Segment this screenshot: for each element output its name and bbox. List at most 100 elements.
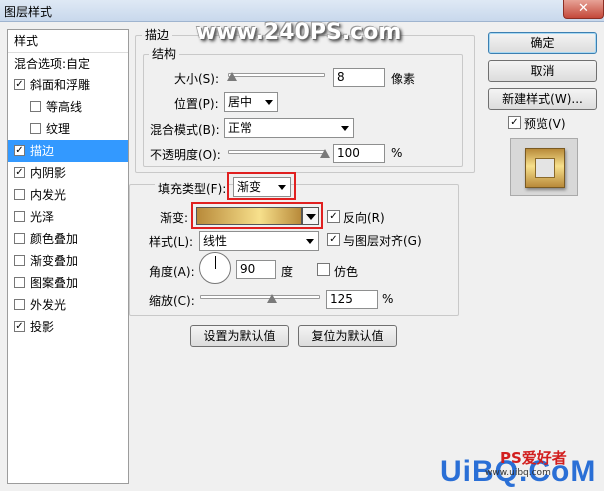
style-item-label: 描边: [30, 144, 55, 158]
close-button[interactable]: ✕: [563, 0, 604, 19]
opacity-slider-track[interactable]: [228, 150, 325, 154]
angle-input[interactable]: 90: [236, 260, 276, 279]
watermark-top: www.240PS.com: [196, 20, 402, 45]
style-item-checkbox[interactable]: [14, 233, 25, 244]
size-unit: 像素: [391, 72, 416, 86]
style-item-label: 投影: [30, 320, 55, 334]
style-item[interactable]: 图案叠加: [8, 272, 128, 294]
window-title: 图层样式: [4, 5, 53, 19]
watermark-cn: PS爱好者: [500, 449, 567, 467]
chevron-down-icon: [306, 239, 314, 244]
style-item-checkbox[interactable]: [30, 101, 41, 112]
structure-legend: 结构: [149, 45, 180, 62]
style-item[interactable]: 纹理: [8, 118, 128, 140]
style-item-label: 光泽: [30, 210, 55, 224]
style-item-label: 斜面和浮雕: [30, 78, 91, 92]
style-item-checkbox[interactable]: [14, 255, 25, 266]
style-item-checkbox[interactable]: ✓: [14, 321, 25, 332]
position-label: 位置(P):: [174, 97, 219, 111]
fill-type-label: 填充类型(F):: [155, 180, 230, 197]
gradient-label: 渐变:: [160, 211, 189, 225]
style-value: 线性: [203, 234, 228, 248]
style-select[interactable]: 线性: [199, 231, 319, 251]
style-item-checkbox[interactable]: ✓: [14, 167, 25, 178]
dither-label: 仿色: [334, 265, 359, 279]
set-default-button[interactable]: 设置为默认值: [190, 325, 289, 347]
scale-slider-thumb[interactable]: [267, 294, 277, 303]
style-item[interactable]: ✓ 内阴影: [8, 162, 128, 184]
preview-frame-inner: [535, 158, 555, 178]
style-item-checkbox[interactable]: ✓: [14, 79, 25, 90]
title-bar: [0, 0, 604, 22]
cancel-button[interactable]: 取消: [488, 60, 597, 82]
blend-mode-value: 正常: [228, 121, 253, 135]
style-item[interactable]: 光泽: [8, 206, 128, 228]
reverse-checkbox[interactable]: ✓: [327, 210, 340, 223]
fill-type-select[interactable]: 渐变: [233, 177, 291, 197]
dither-checkbox[interactable]: [317, 263, 330, 276]
align-checkbox[interactable]: ✓: [327, 233, 340, 246]
size-label: 大小(S):: [174, 72, 220, 86]
style-list: 样式 混合选项:自定 ✓ 斜面和浮雕等高线纹理 ✓ 描边 ✓ 内阴影内发光光泽颜色叠加渐变…: [7, 29, 129, 484]
opacity-slider-thumb[interactable]: [320, 149, 330, 158]
chevron-down-icon: [278, 185, 286, 190]
chevron-down-icon: [306, 214, 316, 220]
size-slider-thumb[interactable]: [226, 72, 237, 81]
style-item[interactable]: ✓ 投影: [8, 316, 128, 338]
style-label: 样式(L):: [149, 235, 194, 249]
position-value: 居中: [228, 95, 253, 109]
style-list-header[interactable]: 样式: [8, 30, 128, 52]
blend-options-label: 混合选项:自定: [14, 57, 91, 71]
size-slider-track[interactable]: [228, 73, 325, 77]
style-item-checkbox[interactable]: [14, 277, 25, 288]
style-item-label: 图案叠加: [30, 276, 79, 290]
preview-thumbnail: [510, 138, 578, 196]
style-item-checkbox[interactable]: [14, 299, 25, 310]
fill-type-value: 渐变: [237, 180, 262, 194]
style-item-checkbox[interactable]: ✓: [14, 145, 25, 156]
blend-mode-label: 混合模式(B):: [150, 123, 220, 137]
position-select[interactable]: 居中: [224, 92, 278, 112]
blend-options-item[interactable]: 混合选项:自定: [8, 52, 128, 74]
scale-label: 缩放(C):: [149, 294, 195, 308]
size-input[interactable]: 8: [333, 68, 385, 87]
gradient-swatch[interactable]: [196, 207, 302, 225]
watermark-url: www.uibq.com: [485, 468, 551, 478]
reverse-label: 反向(R): [343, 211, 385, 225]
preview-checkbox[interactable]: ✓: [508, 116, 521, 129]
opacity-label: 不透明度(O):: [150, 148, 221, 162]
scale-input[interactable]: 125: [326, 290, 378, 309]
scale-unit: %: [382, 292, 394, 306]
reset-default-button[interactable]: 复位为默认值: [298, 325, 397, 347]
style-item[interactable]: ✓ 描边: [8, 140, 128, 162]
angle-unit: 度: [281, 265, 294, 279]
chevron-down-icon: [341, 126, 349, 131]
opacity-unit: %: [391, 146, 403, 160]
preview-frame: [525, 148, 565, 188]
angle-dial[interactable]: [199, 252, 231, 284]
style-item-label: 内发光: [30, 188, 67, 202]
style-item[interactable]: 渐变叠加: [8, 250, 128, 272]
style-item-checkbox[interactable]: [14, 211, 25, 222]
scale-slider-track[interactable]: [200, 295, 320, 299]
stroke-legend: 描边: [142, 26, 173, 43]
opacity-input[interactable]: 100: [333, 144, 385, 163]
style-item-checkbox[interactable]: [14, 189, 25, 200]
style-item-label: 外发光: [30, 298, 67, 312]
angle-label: 角度(A):: [149, 265, 195, 279]
style-item-label: 内阴影: [30, 166, 67, 180]
blend-mode-select[interactable]: 正常: [224, 118, 354, 138]
style-item[interactable]: 外发光: [8, 294, 128, 316]
new-style-button[interactable]: 新建样式(W)...: [488, 88, 597, 110]
style-item-label: 纹理: [46, 122, 71, 136]
style-item[interactable]: 内发光: [8, 184, 128, 206]
angle-dial-needle: [215, 256, 216, 269]
ok-button[interactable]: 确定: [488, 32, 597, 54]
style-item-label: 颜色叠加: [30, 232, 79, 246]
style-item[interactable]: 等高线: [8, 96, 128, 118]
style-item-label: 渐变叠加: [30, 254, 79, 268]
style-item[interactable]: ✓ 斜面和浮雕: [8, 74, 128, 96]
style-item-checkbox[interactable]: [30, 123, 41, 134]
style-item[interactable]: 颜色叠加: [8, 228, 128, 250]
gradient-dropdown[interactable]: [302, 207, 319, 225]
